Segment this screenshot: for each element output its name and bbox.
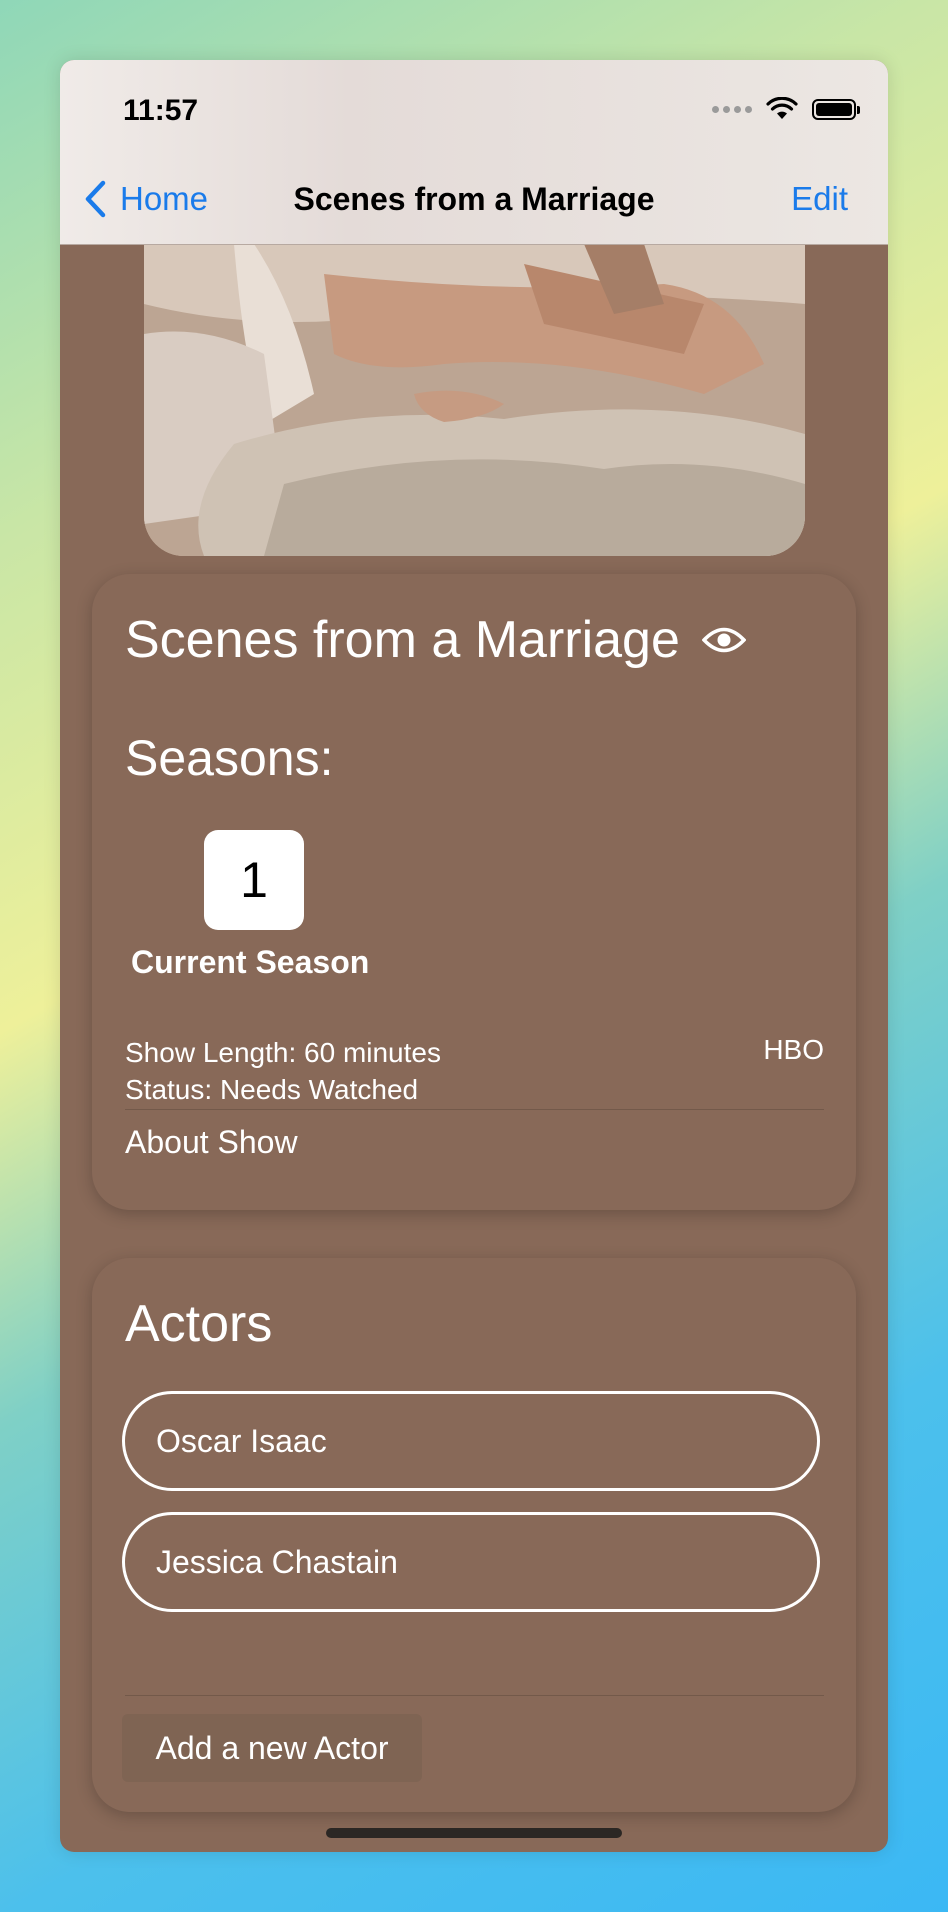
actor-item-jessica-chastain[interactable]: Jessica Chastain — [122, 1512, 820, 1612]
actors-card: Actors Oscar Isaac Jessica Chastain Add … — [92, 1258, 856, 1812]
divider — [125, 1109, 824, 1110]
app-screen: 11:57 Home Scenes from a Marriage Edit S… — [60, 60, 888, 1852]
eye-icon[interactable] — [701, 625, 746, 655]
home-indicator — [326, 1828, 622, 1838]
wifi-icon — [766, 97, 798, 119]
divider — [125, 1695, 824, 1696]
show-poster-image — [144, 244, 805, 556]
current-season-label: Current Season — [131, 944, 370, 980]
battery-icon — [812, 98, 860, 120]
status-time: 11:57 — [123, 94, 199, 127]
show-status: Status: Needs Watched — [125, 1074, 419, 1105]
network-label: HBO — [763, 1034, 824, 1065]
navigation-bar: 11:57 Home Scenes from a Marriage Edit — [60, 60, 888, 245]
actor-item-oscar-isaac[interactable]: Oscar Isaac — [122, 1391, 820, 1491]
actors-title: Actors — [125, 1295, 273, 1353]
seasons-label: Seasons: — [125, 730, 334, 786]
add-actor-button[interactable]: Add a new Actor — [122, 1714, 422, 1782]
show-info: Show Length: 60 minutes Status: Needs Wa… — [125, 1034, 441, 1108]
edit-button[interactable]: Edit — [791, 180, 848, 218]
poster-illustration — [144, 244, 805, 556]
show-details-card: Scenes from a Marriage Seasons: 1 Curren… — [92, 574, 856, 1210]
page-title: Scenes from a Marriage — [293, 181, 655, 217]
about-show-button[interactable]: About Show — [125, 1124, 298, 1161]
status-icons — [712, 97, 860, 121]
season-button[interactable]: 1 — [204, 830, 304, 930]
cellular-signal-icon — [712, 105, 752, 113]
show-length: Show Length: 60 minutes — [125, 1037, 441, 1068]
show-title: Scenes from a Marriage — [125, 611, 680, 669]
show-title-row: Scenes from a Marriage — [125, 610, 746, 670]
